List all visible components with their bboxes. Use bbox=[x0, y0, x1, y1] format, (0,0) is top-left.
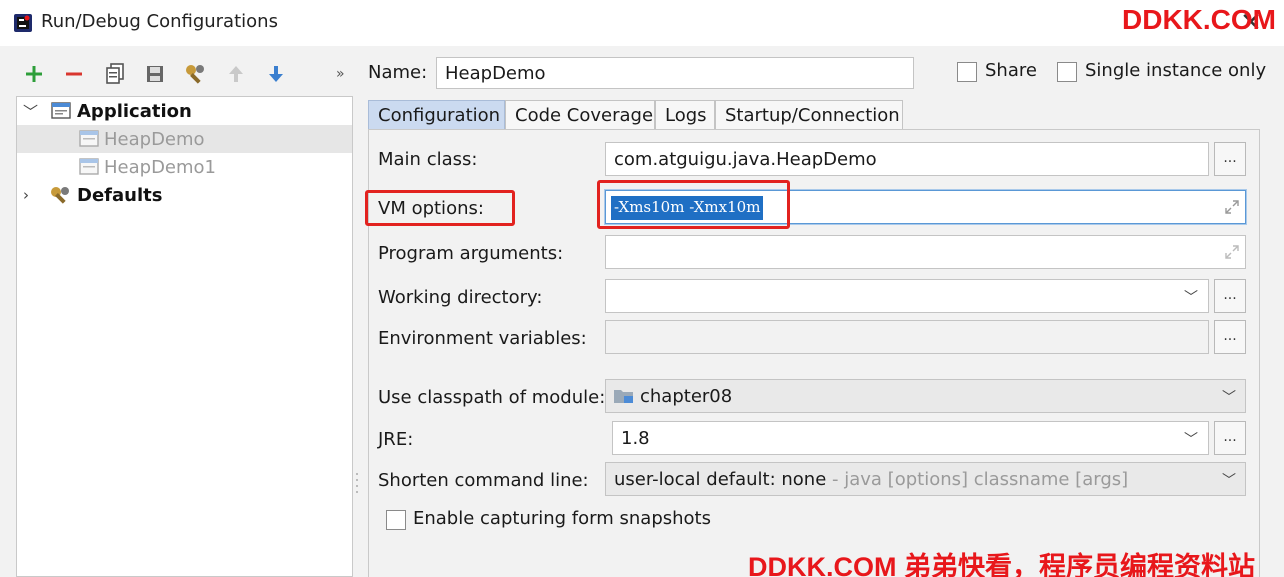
save-icon bbox=[147, 66, 163, 82]
arrow-down-icon bbox=[269, 66, 283, 82]
run-config-icon bbox=[79, 158, 99, 175]
tab-logs[interactable]: Logs bbox=[655, 100, 715, 130]
run-config-icon bbox=[79, 130, 99, 147]
watermark: DDKK.COM bbox=[1122, 4, 1276, 35]
highlight-vm-options-label bbox=[365, 190, 515, 226]
move-up-button[interactable] bbox=[222, 60, 250, 88]
module-folder-icon bbox=[614, 390, 633, 403]
chevron-down-icon[interactable]: ﹀ bbox=[1184, 429, 1198, 449]
shorten-command-line-select[interactable]: user-local default: none - java [options… bbox=[605, 462, 1246, 496]
working-directory-label: Working directory: bbox=[378, 287, 543, 308]
tab-code-coverage[interactable]: Code Coverage bbox=[505, 100, 655, 130]
remove-configuration-button[interactable] bbox=[60, 60, 88, 88]
tab-configuration[interactable]: Configuration bbox=[368, 100, 505, 130]
classpath-module-label: Use classpath of module: bbox=[378, 387, 606, 408]
tab-startup-connection[interactable]: Startup/Connection bbox=[715, 100, 903, 130]
jre-label: JRE: bbox=[378, 429, 414, 450]
application-icon bbox=[51, 102, 71, 119]
tree-item-label: HeapDemo1 bbox=[104, 156, 216, 178]
share-checkbox[interactable] bbox=[957, 62, 977, 82]
environment-variables-label: Environment variables: bbox=[378, 328, 587, 349]
wrench-icon bbox=[51, 187, 69, 204]
save-configuration-button[interactable] bbox=[141, 60, 169, 88]
copy-icon bbox=[106, 63, 124, 84]
working-directory-input[interactable] bbox=[605, 279, 1209, 313]
browse-jre-button[interactable]: ... bbox=[1214, 421, 1246, 455]
name-input[interactable]: HeapDemo bbox=[436, 57, 914, 89]
single-instance-checkbox[interactable] bbox=[1057, 62, 1077, 82]
form-snapshots-checkbox[interactable] bbox=[386, 510, 406, 530]
expand-icon[interactable] bbox=[1224, 199, 1240, 215]
environment-variables-input[interactable] bbox=[605, 320, 1209, 354]
tree-item-defaults[interactable]: › Defaults bbox=[17, 181, 352, 209]
intellij-app-icon bbox=[14, 14, 32, 32]
share-label: Share bbox=[985, 60, 1037, 81]
edit-environment-variables-button[interactable]: ... bbox=[1214, 320, 1246, 354]
watermark-bottom: DDKK.COM 弟弟快看，程序员编程资料站 bbox=[748, 552, 1255, 577]
expand-icon[interactable] bbox=[1224, 244, 1240, 260]
program-arguments-input[interactable] bbox=[605, 235, 1246, 269]
browse-working-directory-button[interactable]: ... bbox=[1214, 279, 1246, 313]
tree-toolbar bbox=[18, 60, 358, 88]
tree-item-label: Defaults bbox=[77, 184, 163, 206]
chevron-down-icon[interactable]: ﹀ bbox=[1222, 470, 1236, 490]
form-snapshots-label: Enable capturing form snapshots bbox=[413, 508, 711, 529]
tree-item-heapdemo[interactable]: HeapDemo bbox=[17, 125, 352, 153]
window-title: Run/Debug Configurations bbox=[41, 11, 278, 32]
shorten-value: user-local default: none bbox=[614, 469, 827, 490]
tree-item-label: Application bbox=[77, 100, 192, 122]
shorten-command-line-label: Shorten command line: bbox=[378, 470, 589, 491]
wrench-icon bbox=[186, 65, 204, 84]
copy-configuration-button[interactable] bbox=[101, 60, 129, 88]
edit-defaults-button[interactable] bbox=[181, 60, 209, 88]
main-class-input[interactable]: com.atguigu.java.HeapDemo bbox=[605, 142, 1209, 176]
tree-item-heapdemo1[interactable]: HeapDemo1 bbox=[17, 153, 352, 181]
configuration-tree: ﹀ Application HeapDemo HeapDemo1 › Defau… bbox=[16, 96, 353, 577]
plus-icon bbox=[26, 66, 42, 82]
highlight-vm-options-value bbox=[597, 180, 790, 229]
tree-item-application[interactable]: ﹀ Application bbox=[17, 97, 352, 125]
move-down-button[interactable] bbox=[262, 60, 290, 88]
name-label: Name: bbox=[368, 62, 428, 83]
tree-item-label: HeapDemo bbox=[104, 128, 205, 150]
add-configuration-button[interactable] bbox=[20, 60, 48, 88]
single-instance-label: Single instance only bbox=[1085, 60, 1267, 81]
browse-main-class-button[interactable]: ... bbox=[1214, 142, 1246, 176]
more-actions-button[interactable]: » bbox=[336, 66, 345, 82]
minus-icon bbox=[66, 72, 82, 76]
classpath-module-select[interactable]: chapter08 bbox=[605, 379, 1246, 413]
arrow-up-icon bbox=[229, 66, 243, 82]
splitter-handle[interactable] bbox=[354, 470, 360, 498]
jre-input[interactable]: 1.8 bbox=[612, 421, 1209, 455]
shorten-hint: - java [options] classname [args] bbox=[826, 469, 1129, 490]
chevron-down-icon[interactable]: ﹀ bbox=[1184, 287, 1198, 307]
chevron-right-icon[interactable]: › bbox=[23, 186, 29, 204]
title-bar: Run/Debug Configurations ✕ DDKK.COM bbox=[0, 0, 1284, 46]
chevron-down-icon[interactable]: ﹀ bbox=[23, 101, 38, 122]
program-arguments-label: Program arguments: bbox=[378, 243, 564, 264]
main-class-label: Main class: bbox=[378, 149, 478, 170]
chevron-down-icon[interactable]: ﹀ bbox=[1222, 387, 1236, 407]
